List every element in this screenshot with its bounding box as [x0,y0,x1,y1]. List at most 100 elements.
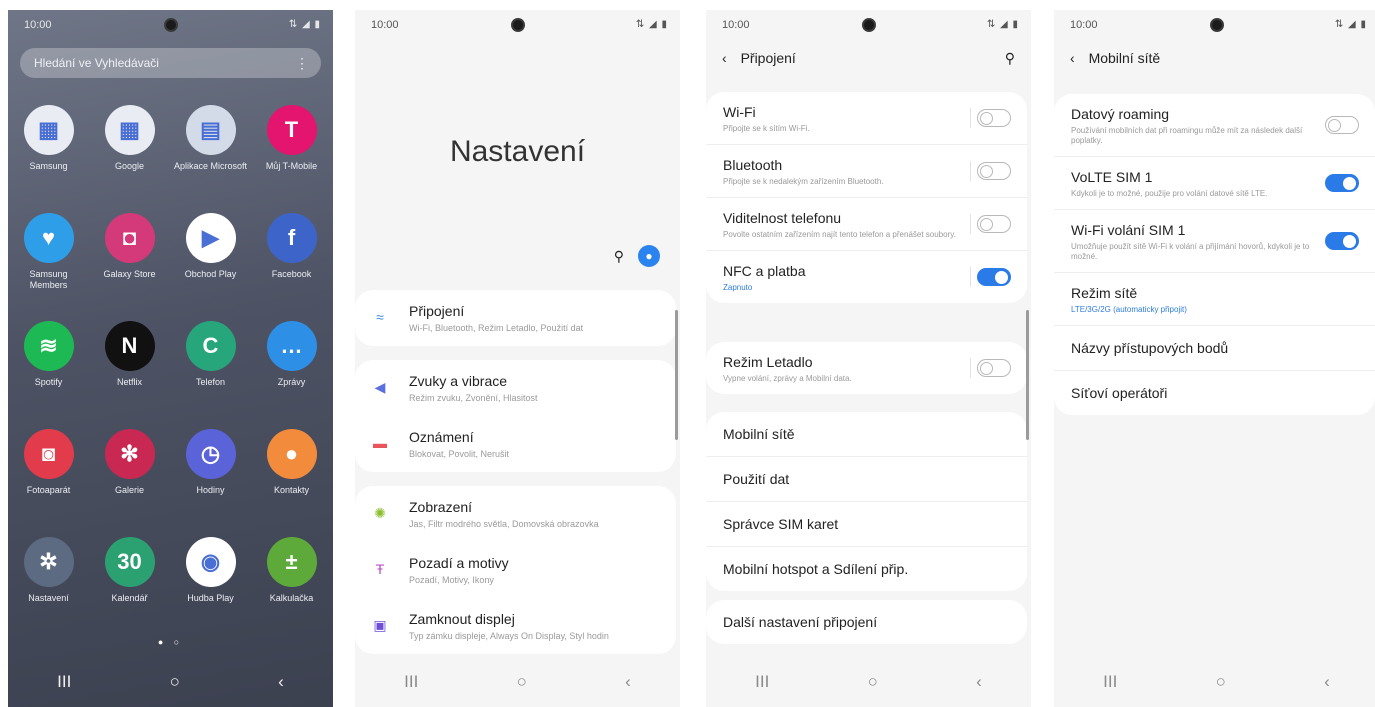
toggle-switch[interactable] [977,215,1011,233]
recent-apps-button[interactable]: III [1103,672,1117,692]
app-shortcut[interactable]: ▶ Obchod Play [170,213,251,321]
app-shortcut[interactable]: ▦ Samsung [8,105,89,213]
mobile-networks-screen: 10:00 ⇅ ◢ ▮ ‹ Mobilní sítě Datový roamin… [1054,10,1375,707]
microsoft-folder-icon: ▤ [185,105,236,155]
back-button[interactable]: ‹ [1324,672,1330,692]
app-shortcut[interactable]: C Telefon [170,321,251,429]
app-shortcut[interactable]: ◷ Hodiny [170,429,251,537]
front-camera-icon [1209,18,1224,32]
network-mode-item[interactable]: Režim sítě LTE/3G/2G (automaticky připoji… [1054,273,1375,326]
app-label: Hodiny [196,485,225,495]
app-shortcut[interactable]: ✻ Galerie [89,429,170,537]
app-grid: ▦ Samsung ▦ Google ▤ Aplikace Microsoft T Můj T… [8,105,333,645]
page-indicator: ● ○ [157,637,184,647]
settings-item[interactable]: ✺ Zobrazení Jas, Filtr modrého světla, Dom… [355,486,676,542]
toggle-switch[interactable] [1325,174,1359,192]
search-input[interactable]: Hledání ve Vyhledávači ⋮ [20,48,321,78]
settings-item-title: Oznámení [409,429,474,445]
divider [970,161,971,181]
back-button[interactable]: ‹ [976,672,982,692]
app-shortcut[interactable]: ▦ Google [89,105,170,213]
settings-icon: ✲ [23,537,74,587]
app-shortcut[interactable]: ≋ Spotify [8,321,89,429]
menu-item[interactable]: Síťoví operátoři [1054,371,1375,415]
calendar-icon: 30 [104,537,155,587]
setting-title: Režim sítě [1071,285,1138,301]
toggle-switch[interactable] [1325,116,1359,134]
settings-card: ◀ Zvuky a vibrace Režim zvuku, Zvonění, Hl… [355,360,676,472]
home-button[interactable]: ○ [868,672,878,692]
more-options-icon[interactable]: ⋮ [295,48,309,78]
signal-icon: ⇅ ◢ ▮ [288,19,321,30]
toggle-switch[interactable] [977,268,1011,286]
search-icon[interactable]: ⚲ [614,248,624,265]
app-shortcut[interactable]: ◙ Fotoaparát [8,429,89,537]
app-shortcut[interactable]: ± Kalkulačka [251,537,332,645]
back-arrow-icon[interactable]: ‹ [722,50,727,66]
recent-apps-button[interactable]: III [404,672,418,692]
toggle-switch[interactable] [977,162,1011,180]
setting-row[interactable]: Režim Letadlo Vypne volání, zprávy a Mobi… [706,342,1027,394]
app-shortcut[interactable]: ◉ Hudba Play [170,537,251,645]
setting-row[interactable]: VoLTE SIM 1 Kdykoli je to možné, použije … [1054,157,1375,210]
menu-item[interactable]: Mobilní hotspot a Sdílení přip. [706,547,1027,591]
settings-item[interactable]: Ŧ Pozadí a motivy Pozadí, Motivy, Ikony [355,542,676,598]
menu-item-label: Síťoví operátoři [1071,385,1168,401]
toggle-switch[interactable] [977,109,1011,127]
app-shortcut[interactable]: N Netflix [89,321,170,429]
toggle-switch[interactable] [977,359,1011,377]
setting-row[interactable]: Wi-Fi volání SIM 1 Umožňuje použít sítě W… [1054,210,1375,273]
toggle-switch[interactable] [1325,232,1359,250]
lock-screen-icon: ▣ [373,617,387,633]
back-arrow-icon[interactable]: ‹ [1070,50,1075,66]
connections-group: Další nastavení připojení [706,600,1027,644]
app-shortcut[interactable]: ● Kontakty [251,429,332,537]
menu-item[interactable]: Názvy přístupových bodů [1054,326,1375,371]
menu-item-label: Názvy přístupových bodů [1071,340,1229,356]
connections-group: Režim Letadlo Vypne volání, zprávy a Mobi… [706,342,1027,394]
menu-item-label: Mobilní hotspot a Sdílení přip. [723,561,909,577]
setting-row[interactable]: Datový roaming Používání mobilních dat př… [1054,94,1375,157]
front-camera-icon [163,18,178,32]
signal-icon: ⇅ ◢ ▮ [1334,19,1367,30]
settings-item[interactable]: ▬ Oznámení Blokovat, Povolit, Nerušit [355,416,676,472]
home-button[interactable]: ○ [1216,672,1226,692]
settings-item-subtitle: Režim zvuku, Zvonění, Hlasitost [409,393,538,403]
recent-apps-button[interactable]: III [57,672,71,692]
app-shortcut[interactable]: ✲ Nastavení [8,537,89,645]
menu-item[interactable]: Mobilní sítě [706,412,1027,457]
back-button[interactable]: ‹ [278,672,284,692]
home-button[interactable]: ○ [170,672,180,692]
back-button[interactable]: ‹ [625,672,631,692]
scrollbar[interactable] [675,310,678,440]
app-shortcut[interactable]: ▤ Aplikace Microsoft [170,105,251,213]
setting-row[interactable]: Viditelnost telefonu Povolte ostatním zař… [706,198,1027,251]
app-shortcut[interactable]: f Facebook [251,213,332,321]
setting-row[interactable]: Wi-Fi Připojte se k sítím Wi-Fi. [706,92,1027,145]
app-shortcut[interactable]: ◘ Galaxy Store [89,213,170,321]
front-camera-icon [861,18,876,32]
google-folder-icon: ▦ [104,105,155,155]
menu-item[interactable]: Další nastavení připojení [706,600,1027,644]
profile-icon[interactable]: ● [638,245,660,267]
t-mobile-icon: T [266,105,317,155]
connections-group: Wi-Fi Připojte se k sítím Wi-Fi. Bluetooth… [706,92,1027,303]
app-shortcut[interactable]: … Zprávy [251,321,332,429]
app-shortcut[interactable]: T Můj T-Mobile [251,105,332,213]
app-label: Spotify [34,377,63,387]
settings-item-subtitle: Typ zámku displeje, Always On Display, S… [409,631,609,641]
menu-item[interactable]: Použití dat [706,457,1027,502]
settings-item[interactable]: ▣ Zamknout displej Typ zámku displeje, Alw… [355,598,676,654]
home-button[interactable]: ○ [517,672,527,692]
setting-row[interactable]: NFC a platba Zapnuto [706,251,1027,303]
app-shortcut[interactable]: ♥ Samsung Members [8,213,89,321]
recent-apps-button[interactable]: III [755,672,769,692]
menu-item[interactable]: Správce SIM karet [706,502,1027,547]
search-icon[interactable]: ⚲ [1005,50,1015,67]
setting-row[interactable]: Bluetooth Připojte se k nedalekým zařízen… [706,145,1027,198]
settings-item[interactable]: ≈ Připojení Wi-Fi, Bluetooth, Režim Letadl… [355,290,676,346]
scrollbar[interactable] [1026,310,1029,440]
app-label: Hudba Play [187,593,234,603]
app-shortcut[interactable]: 30 Kalendář [89,537,170,645]
settings-item[interactable]: ◀ Zvuky a vibrace Režim zvuku, Zvonění, Hl… [355,360,676,416]
